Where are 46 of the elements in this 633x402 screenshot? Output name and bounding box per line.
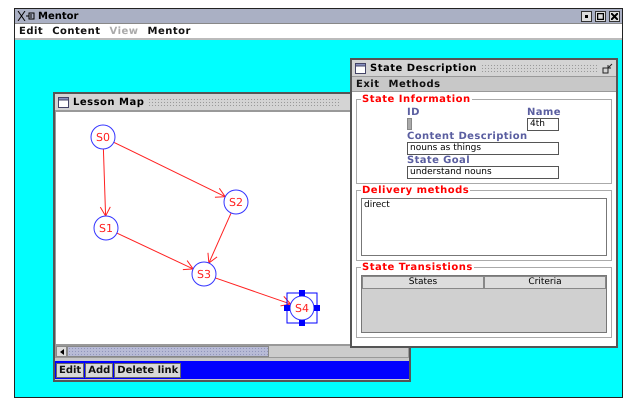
toolbar-button[interactable]: Add xyxy=(85,362,114,378)
delivery-text-area[interactable]: direct xyxy=(361,198,607,256)
window-title: State Description xyxy=(370,62,477,74)
window-icon xyxy=(58,96,69,108)
window-icon xyxy=(355,62,366,74)
toolbar-button[interactable]: Delete link xyxy=(114,362,182,378)
scroll-left-button[interactable] xyxy=(56,346,67,357)
group-title: State Transistions xyxy=(361,262,474,273)
name-field[interactable]: 4th xyxy=(527,118,559,131)
maximize-icon xyxy=(597,12,604,20)
menu-item[interactable]: Content xyxy=(52,26,100,36)
arrow xyxy=(207,212,232,264)
column-header[interactable]: States xyxy=(362,276,484,289)
field-label: Content Description xyxy=(407,131,529,142)
state-node[interactable]: S0 xyxy=(90,124,116,150)
state-node[interactable]: S3 xyxy=(192,262,216,286)
arrow xyxy=(100,148,111,218)
minimize-icon xyxy=(583,12,590,20)
group-title: Delivery methods xyxy=(361,185,470,196)
goal-field[interactable]: understand nouns xyxy=(407,166,559,179)
scroll-thumb[interactable] xyxy=(67,346,269,357)
maximize-button[interactable] xyxy=(595,10,606,22)
state-node[interactable]: S1 xyxy=(94,216,118,240)
close-button[interactable] xyxy=(609,10,620,22)
id-field[interactable] xyxy=(407,118,412,130)
field-label: ID xyxy=(407,107,421,118)
state-node[interactable]: S4 xyxy=(284,290,320,326)
content-field[interactable]: nouns as things xyxy=(407,142,559,155)
state-node[interactable]: S2 xyxy=(224,190,248,214)
toolbar-button[interactable]: Edit xyxy=(56,362,84,378)
restore-icon[interactable] xyxy=(602,62,613,74)
menu-item[interactable]: Edit xyxy=(19,26,44,36)
window-title: Mentor xyxy=(38,10,80,22)
close-icon xyxy=(611,12,618,20)
minimize-button[interactable] xyxy=(581,10,592,22)
column-header[interactable]: Criteria xyxy=(484,276,606,289)
field-label: Name xyxy=(527,107,559,118)
field-label: State Goal xyxy=(407,155,472,166)
menu-item[interactable]: Exit xyxy=(356,78,380,90)
menu-item[interactable]: Mentor xyxy=(148,26,191,36)
window-title: Lesson Map xyxy=(73,96,144,108)
left-arrow-icon xyxy=(60,348,64,354)
group-title: State Information xyxy=(361,94,472,105)
horizontal-scrollbar[interactable] xyxy=(55,345,409,358)
x-logo-icon xyxy=(17,11,35,21)
menu-item[interactable]: Methods xyxy=(388,78,441,90)
